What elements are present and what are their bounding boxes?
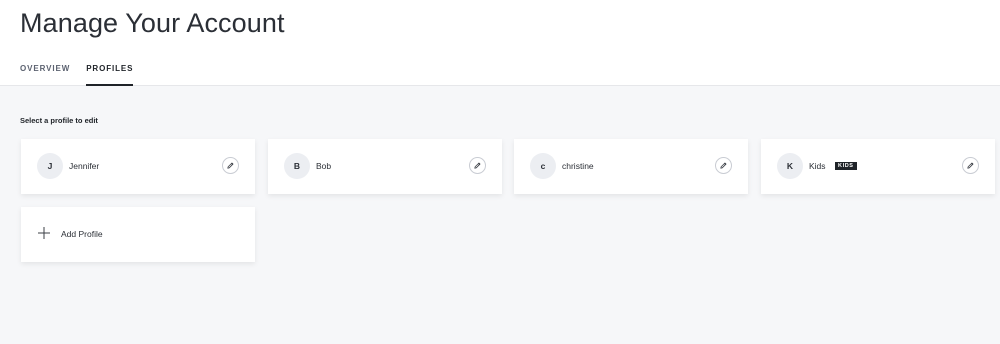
pencil-icon (227, 162, 234, 169)
avatar: c (530, 153, 556, 179)
profile-card-bob[interactable]: B Bob (268, 139, 502, 194)
avatar: J (37, 153, 63, 179)
edit-profile-button[interactable] (469, 157, 486, 174)
select-profile-label: Select a profile to edit (20, 116, 98, 125)
edit-profile-button[interactable] (715, 157, 732, 174)
edit-profile-button[interactable] (962, 157, 979, 174)
page-header: Manage Your Account OVERVIEW PROFILES (0, 0, 1000, 86)
avatar: B (284, 153, 310, 179)
kids-badge: KIDS (835, 162, 857, 170)
pencil-icon (720, 162, 727, 169)
add-profile-card[interactable]: Add Profile (21, 207, 255, 262)
profile-card-christine[interactable]: c christine (514, 139, 748, 194)
tab-overview[interactable]: OVERVIEW (20, 64, 70, 85)
profile-name: christine (562, 161, 594, 171)
profile-card-kids[interactable]: K Kids KIDS (761, 139, 995, 194)
profile-name: Bob (316, 161, 332, 171)
pencil-icon (474, 162, 481, 169)
pencil-icon (967, 162, 974, 169)
plus-icon (38, 227, 50, 239)
page-title: Manage Your Account (20, 8, 285, 38)
avatar: K (777, 153, 803, 179)
profile-name: Jennifer (69, 161, 100, 171)
profile-name: Kids (809, 161, 826, 171)
profile-card-jennifer[interactable]: J Jennifer (21, 139, 255, 194)
account-tabs: OVERVIEW PROFILES (20, 64, 149, 86)
add-profile-label: Add Profile (61, 229, 103, 239)
tab-profiles[interactable]: PROFILES (86, 64, 134, 86)
edit-profile-button[interactable] (222, 157, 239, 174)
